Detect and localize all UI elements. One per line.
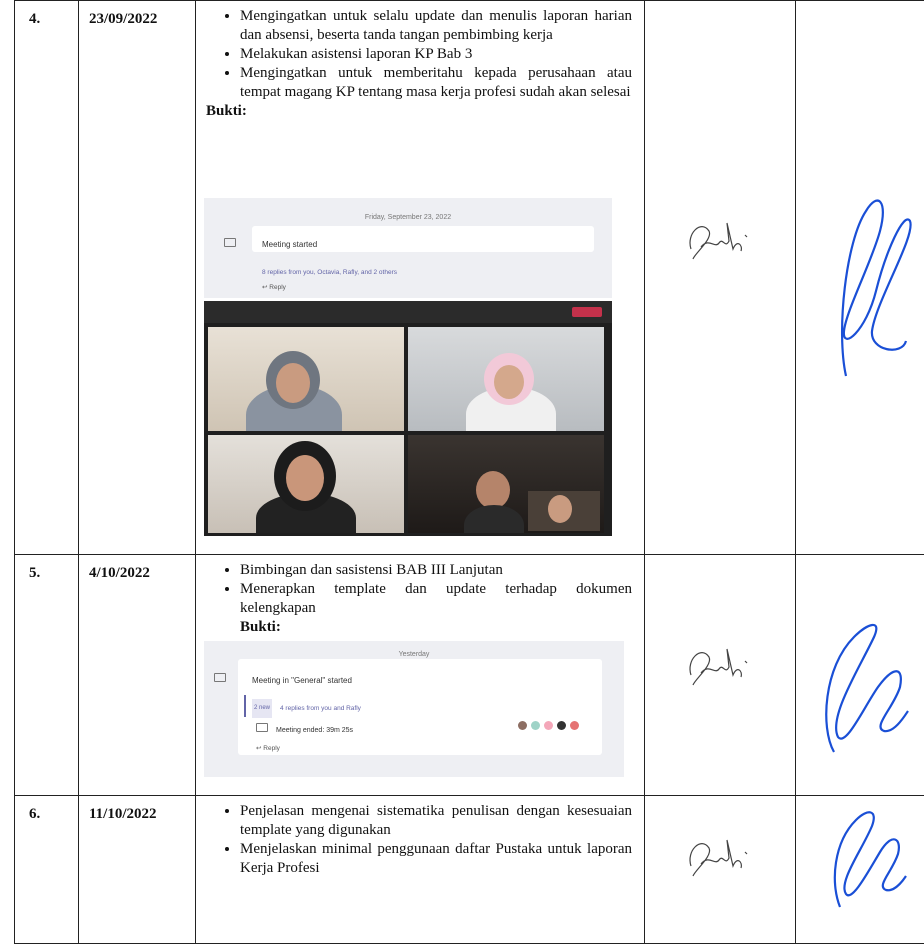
meeting-title: Meeting in "General" started	[252, 671, 352, 690]
signature-rasih	[681, 209, 761, 269]
signature-lecturer	[804, 607, 914, 757]
thread-accent	[244, 695, 246, 717]
signature-lecturer	[806, 181, 916, 381]
chat-date: Friday, September 23, 2022	[204, 208, 612, 227]
list-item: Menjelaskan minimal penggunaan daftar Pu…	[240, 840, 632, 878]
camera-icon	[214, 673, 226, 682]
teams-chat-screenshot: Yesterday Meeting in "General" started 2…	[204, 641, 624, 777]
row-number: 6.	[15, 796, 79, 944]
row-date: 23/09/2022	[79, 1, 196, 555]
activity-list: Bimbingan dan sasistensi BAB III Lanjuta…	[206, 561, 632, 618]
activity-description: Bimbingan dan sasistensi BAB III Lanjuta…	[196, 555, 645, 796]
reply-label: Reply	[263, 745, 280, 752]
supervisor-signature-cell	[645, 796, 796, 944]
meeting-card: Meeting in "General" started 2 new 4 rep…	[238, 659, 602, 755]
supervisor-signature-cell	[645, 1, 796, 555]
list-item: Melakukan asistensi laporan KP Bab 3	[240, 45, 632, 64]
activity-description: Penjelasan mengenai sistematika penulisa…	[196, 796, 645, 944]
participant-tile	[408, 435, 604, 533]
avatar	[570, 721, 579, 730]
table-row: 6. 11/10/2022 Penjelasan mengenai sistem…	[15, 796, 924, 944]
call-toolbar	[204, 301, 612, 323]
activity-list: Mengingatkan untuk selalu update dan men…	[206, 7, 632, 102]
evidence-label: Bukti:	[206, 102, 632, 121]
signature-rasih	[681, 635, 761, 695]
lecturer-signature-cell	[796, 1, 924, 555]
avatar	[557, 721, 566, 730]
list-item: Menerapkan template dan update terhadap …	[240, 580, 632, 618]
video-call-screenshot	[204, 301, 612, 536]
lecturer-signature-cell	[796, 555, 924, 796]
list-item: Bimbingan dan sasistensi BAB III Lanjuta…	[240, 561, 632, 580]
avatar	[518, 721, 527, 730]
new-badge: 2 new	[252, 699, 272, 718]
row-date: 4/10/2022	[79, 555, 196, 796]
avatar	[544, 721, 553, 730]
table-row: 5. 4/10/2022 Bimbingan dan sasistensi BA…	[15, 555, 924, 796]
row-number: 5.	[15, 555, 79, 796]
row-number: 4.	[15, 1, 79, 555]
reply-link: ↩ Reply	[256, 739, 280, 758]
activity-list: Penjelasan mengenai sistematika penulisa…	[206, 802, 632, 878]
reply-label: Reply	[269, 284, 286, 291]
list-item: Penjelasan mengenai sistematika penulisa…	[240, 802, 632, 840]
teams-chat-screenshot: Friday, September 23, 2022 Meeting start…	[204, 198, 612, 298]
participant-tile	[208, 435, 404, 533]
leave-button	[572, 307, 602, 317]
camera-icon	[256, 723, 268, 732]
meeting-title: Meeting started	[262, 235, 317, 254]
participant-tile	[208, 327, 404, 431]
signature-rasih	[681, 826, 761, 886]
participant-tile	[408, 327, 604, 431]
meeting-ended: Meeting ended: 39m 25s	[276, 721, 353, 740]
row-date: 11/10/2022	[79, 796, 196, 944]
table-row: 4. 23/09/2022 Mengingatkan untuk selalu …	[15, 1, 924, 555]
list-item: Mengingatkan untuk memberitahu kepada pe…	[240, 64, 632, 102]
signature-lecturer	[816, 802, 916, 912]
guidance-log-table: 4. 23/09/2022 Mengingatkan untuk selalu …	[14, 0, 924, 944]
activity-description: Mengingatkan untuk selalu update dan men…	[196, 1, 645, 555]
evidence-label: Bukti:	[206, 618, 632, 637]
meeting-card: Meeting started	[252, 226, 594, 252]
replies-link: 4 replies from you and Rafly	[280, 699, 361, 718]
participant-avatars	[518, 721, 579, 730]
list-item: Mengingatkan untuk selalu update dan men…	[240, 7, 632, 45]
reply-link: ↩ Reply	[262, 278, 286, 297]
lecturer-signature-cell	[796, 796, 924, 944]
supervisor-signature-cell	[645, 555, 796, 796]
camera-icon	[224, 238, 236, 247]
avatar	[531, 721, 540, 730]
